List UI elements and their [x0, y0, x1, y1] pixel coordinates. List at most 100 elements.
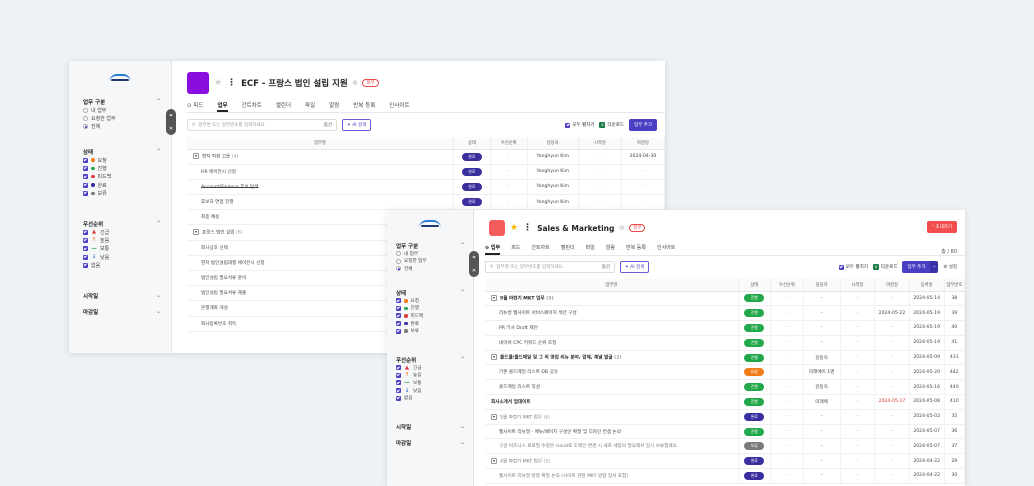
- priority-high[interactable]: ↑ 높음: [396, 372, 465, 380]
- chevron-down-icon[interactable]: ⌄: [930, 261, 939, 273]
- search-input[interactable]: ⚲ 업무명 또는 업무번호를 입력하세요 옵션: [187, 119, 337, 131]
- start-date-cell[interactable]: -: [578, 194, 622, 211]
- status-cell[interactable]: 진행: [738, 350, 772, 366]
- task-name-cell[interactable]: 리뉴얼 웹사이트 서비스페이지 섹션 구성: [485, 305, 739, 322]
- due-date-cell[interactable]: -: [874, 364, 910, 381]
- filter-my-tasks[interactable]: 내 업무: [83, 106, 161, 114]
- status-badge[interactable]: 진행: [744, 427, 765, 436]
- column-header[interactable]: 담당자: [803, 279, 841, 292]
- assignee-cell[interactable]: 김동욱: [803, 379, 841, 396]
- priority-normal[interactable]: — 보통: [83, 245, 161, 253]
- tab-insight[interactable]: 인사이트: [657, 244, 675, 255]
- star-icon[interactable]: ★: [510, 223, 518, 233]
- status-badge[interactable]: 진행: [744, 353, 765, 362]
- due-date-cell[interactable]: -: [621, 194, 665, 211]
- status-cell[interactable]: 진행: [738, 320, 772, 336]
- due-date-cell[interactable]: -: [874, 409, 910, 425]
- priority-cell[interactable]: -: [770, 453, 804, 470]
- status-feedback[interactable]: 피드백: [396, 312, 465, 320]
- invite-button[interactable]: ⁺ 초대하기: [926, 221, 957, 233]
- status-cell[interactable]: 완료: [453, 164, 491, 180]
- status-cell[interactable]: 완료: [453, 179, 491, 196]
- download-button[interactable]: x 다운로드: [599, 122, 624, 128]
- download-button[interactable]: x 다운로드: [872, 264, 897, 270]
- tab-recurring[interactable]: 반복 등록: [353, 101, 375, 112]
- tab-calendar[interactable]: 캘린더: [561, 244, 575, 255]
- table-row[interactable]: 기존 콜드메일 리스트 DB 공유 요청 - 미래에이 1명 - -2024-05-20 4…: [485, 364, 965, 381]
- status-badge[interactable]: 완료: [461, 167, 482, 176]
- status-cell[interactable]: 보류: [738, 438, 772, 455]
- assignee-cell[interactable]: Yonghyun Kim: [527, 164, 579, 180]
- tab-recurring[interactable]: 반복 등록: [626, 244, 646, 255]
- due-date-cell[interactable]: -: [621, 164, 665, 180]
- status-cell[interactable]: 완료: [738, 468, 772, 484]
- start-date-cell[interactable]: -: [840, 438, 876, 455]
- priority-cell[interactable]: -: [770, 364, 804, 381]
- assignee-cell[interactable]: 김동욱: [803, 350, 841, 366]
- priority-cell[interactable]: -: [770, 424, 804, 440]
- tab-calendar[interactable]: 캘린더: [276, 101, 291, 112]
- due-date-cell[interactable]: -: [874, 453, 910, 470]
- tab-gantt[interactable]: 간트차트: [531, 244, 549, 255]
- assignee-cell[interactable]: -: [803, 305, 841, 322]
- status-badge[interactable]: 완료: [744, 471, 765, 480]
- priority-urgent[interactable]: ▲ 긴급: [396, 364, 465, 372]
- priority-urgent[interactable]: ▲ 긴급: [83, 228, 161, 236]
- status-badge[interactable]: 완료: [744, 412, 765, 421]
- status-badge[interactable]: 진행: [744, 397, 765, 406]
- task-type-header[interactable]: 업무 구분 ⌃: [83, 97, 161, 106]
- priority-cell[interactable]: -: [490, 149, 528, 165]
- assignee-cell[interactable]: -: [803, 320, 841, 336]
- column-header[interactable]: 담당자: [527, 137, 579, 150]
- assignee-cell[interactable]: Yonghyun Kim: [527, 194, 579, 211]
- tab-tasks[interactable]: 업무: [217, 101, 228, 112]
- start-date-cell[interactable]: -: [840, 453, 876, 470]
- status-badge[interactable]: 완료: [461, 152, 482, 161]
- status-cell[interactable]: 진행: [738, 424, 772, 440]
- table-row[interactable]: 네이버 CPC 키워드 순위 조정 진행 - - - -2024-05-19 41: [485, 335, 965, 351]
- status-done[interactable]: 완료: [396, 320, 465, 328]
- expand-all-toggle[interactable]: 모두 펼치기: [838, 264, 868, 270]
- tab-feed[interactable]: ⊙ 피드: [187, 101, 203, 112]
- task-name-cell[interactable]: 후보자 면접 진행: [187, 194, 454, 211]
- add-task-button[interactable]: 업무 추가: [629, 119, 657, 131]
- task-name-cell[interactable]: HR 에이전시 선정: [187, 164, 454, 180]
- status-feedback[interactable]: 피드백: [83, 173, 161, 181]
- start-date-cell[interactable]: -: [578, 179, 622, 196]
- due-date-cell[interactable]: -: [874, 350, 910, 366]
- start-date-cell[interactable]: -: [840, 305, 876, 322]
- start-date-cell[interactable]: -: [840, 320, 876, 336]
- priority-cell[interactable]: -: [770, 394, 804, 410]
- status-badge[interactable]: 진행: [744, 323, 765, 332]
- star-icon[interactable]: ★: [214, 78, 222, 88]
- table-row[interactable]: PR 기사 Draft 제안 진행 - - - -2024-05-19 40: [485, 320, 965, 336]
- priority-cell[interactable]: -: [770, 438, 804, 455]
- task-name-cell[interactable]: 콜드메일 리스트 작성: [485, 379, 739, 396]
- column-header[interactable]: 상태: [453, 137, 491, 150]
- due-date-cell[interactable]: -: [874, 291, 910, 307]
- due-date-cell[interactable]: 2024-05-22: [874, 305, 910, 322]
- due-date-cell[interactable]: 2024-04-30: [621, 149, 665, 165]
- tab-files[interactable]: 파일: [305, 101, 315, 112]
- status-badge[interactable]: 진행: [744, 309, 765, 318]
- status-cell[interactable]: 완료: [453, 149, 491, 165]
- priority-cell[interactable]: -: [770, 468, 804, 484]
- add-task-button[interactable]: 업무 추가: [902, 261, 931, 273]
- priority-header[interactable]: 우선순위 ⌃: [396, 355, 465, 364]
- table-row[interactable]: ▾ 콜드콜/콜드메일 및 그 외 영업 리뉴 분야, 업체, 채널 발굴 (2) 진…: [485, 350, 965, 366]
- task-name-cell[interactable]: ▾ 현지 직원 고용 (4): [187, 149, 454, 165]
- start-date-cell[interactable]: -: [840, 291, 876, 307]
- task-name-cell[interactable]: 회사소개서 업데이트: [485, 394, 739, 410]
- priority-high[interactable]: ↑ 높음: [83, 236, 161, 244]
- table-row[interactable]: 구글 비즈니스 프로필 수정은 cloud로 도메인 변경 시 새로 세팅의 필…: [485, 438, 965, 455]
- tab-gantt[interactable]: 간트차트: [242, 101, 262, 112]
- start-date-cell[interactable]: -: [840, 335, 876, 351]
- status-cell[interactable]: 진행: [738, 379, 772, 396]
- filter-my-tasks[interactable]: 내 업무: [396, 250, 465, 258]
- column-header[interactable]: 업무명: [485, 279, 739, 292]
- start-date-filter[interactable]: 시작일 ⌄: [83, 291, 161, 300]
- status-cell[interactable]: 진행: [738, 394, 772, 410]
- task-name-cell[interactable]: 웹사이트 리뉴얼 - 메뉴/페이지 구성안 확정 및 디자인 컨셉 논의: [485, 424, 739, 440]
- status-cell[interactable]: 완료: [738, 453, 772, 470]
- status-hold[interactable]: 보류: [83, 189, 161, 197]
